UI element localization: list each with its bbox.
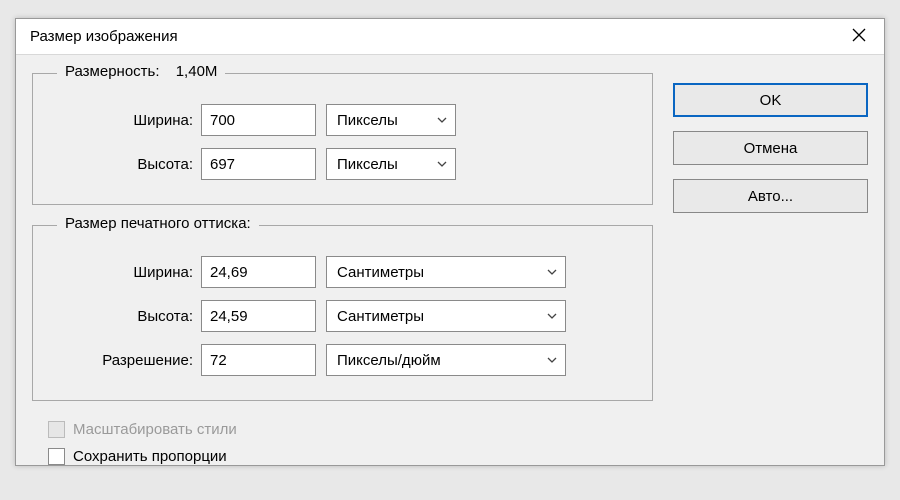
resolution-units-value: Пикселы/дюйм <box>337 352 441 369</box>
pixel-dimensions-group: Размерность: 1,40M Ширина: Пикселы Высот… <box>32 73 653 205</box>
print-width-units-value: Сантиметры <box>337 264 424 281</box>
scale-styles-checkbox <box>48 421 65 438</box>
print-width-input[interactable] <box>201 256 316 288</box>
cancel-button[interactable]: Отмена <box>673 131 868 165</box>
constrain-label: Сохранить пропорции <box>73 448 227 465</box>
document-size-group: Размер печатного оттиска: Ширина: Сантим… <box>32 225 653 401</box>
height-row: Высота: Пикселы <box>51 148 634 180</box>
print-height-units-value: Сантиметры <box>337 308 424 325</box>
pixel-dimensions-legend: Размерность: 1,40M <box>57 63 225 80</box>
ok-button[interactable]: OK <box>673 83 868 117</box>
height-units-value: Пикселы <box>337 156 398 173</box>
height-units-select[interactable]: Пикселы <box>326 148 456 180</box>
resolution-input[interactable] <box>201 344 316 376</box>
height-label: Высота: <box>51 156 201 173</box>
file-size-value: 1,40M <box>176 63 218 80</box>
legend-label: Размерность: <box>65 63 160 80</box>
close-button[interactable] <box>834 19 884 55</box>
constrain-checkbox[interactable] <box>48 448 65 465</box>
height-input[interactable] <box>201 148 316 180</box>
print-width-units-select[interactable]: Сантиметры <box>326 256 566 288</box>
right-column: OK Отмена Авто... <box>673 73 868 465</box>
checkboxes: Масштабировать стили Сохранить пропорции <box>32 421 653 465</box>
print-width-row: Ширина: Сантиметры <box>51 256 634 288</box>
chevron-down-icon <box>547 355 557 365</box>
close-icon <box>852 28 866 45</box>
width-label: Ширина: <box>51 112 201 129</box>
print-height-row: Высота: Сантиметры <box>51 300 634 332</box>
chevron-down-icon <box>437 115 447 125</box>
constrain-row: Сохранить пропорции <box>48 448 653 465</box>
chevron-down-icon <box>547 311 557 321</box>
scale-styles-label: Масштабировать стили <box>73 421 237 438</box>
resolution-row: Разрешение: Пикселы/дюйм <box>51 344 634 376</box>
print-height-units-select[interactable]: Сантиметры <box>326 300 566 332</box>
dialog-body: Размерность: 1,40M Ширина: Пикселы Высот… <box>16 55 884 465</box>
width-input[interactable] <box>201 104 316 136</box>
print-height-label: Высота: <box>51 308 201 325</box>
auto-button[interactable]: Авто... <box>673 179 868 213</box>
resolution-units-select[interactable]: Пикселы/дюйм <box>326 344 566 376</box>
chevron-down-icon <box>437 159 447 169</box>
print-height-input[interactable] <box>201 300 316 332</box>
titlebar: Размер изображения <box>16 19 884 55</box>
document-size-legend: Размер печатного оттиска: <box>57 215 259 232</box>
image-size-dialog: Размер изображения Размерность: 1,40M Ши… <box>15 18 885 466</box>
width-row: Ширина: Пикселы <box>51 104 634 136</box>
dialog-title: Размер изображения <box>30 28 178 45</box>
scale-styles-row: Масштабировать стили <box>48 421 653 438</box>
resolution-label: Разрешение: <box>51 352 201 369</box>
print-width-label: Ширина: <box>51 264 201 281</box>
left-column: Размерность: 1,40M Ширина: Пикселы Высот… <box>32 73 653 465</box>
width-units-value: Пикселы <box>337 112 398 129</box>
width-units-select[interactable]: Пикселы <box>326 104 456 136</box>
chevron-down-icon <box>547 267 557 277</box>
